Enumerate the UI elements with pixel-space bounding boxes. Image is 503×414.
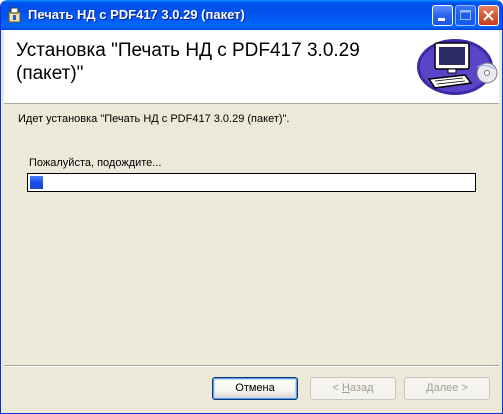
maximize-button[interactable] [455,5,476,26]
progress-fill [30,176,43,189]
close-icon [483,10,494,21]
next-button[interactable]: Далее > [404,377,490,400]
next-mnemonic: Д [426,382,434,394]
window-title: Печать НД с PDF417 3.0.29 (пакет) [28,7,245,22]
cancel-button[interactable]: Отмена [212,377,298,400]
back-button[interactable]: < Назад [310,377,396,400]
back-prefix: < [332,382,342,394]
status-text: Идет установка "Печать НД с PDF417 3.0.2… [18,113,290,125]
header-banner: Установка "Печать НД с PDF417 3.0.29 (па… [4,30,499,104]
next-label-rest: алее > [433,382,468,394]
wait-text: Пожалуйста, подождите... [29,157,162,169]
close-button[interactable] [478,5,499,26]
minimize-icon [438,18,445,21]
install-progress-bar [27,173,476,192]
installer-window: Печать НД с PDF417 3.0.29 (пакет) Устано… [0,0,503,414]
maximize-icon [460,10,471,20]
minimize-button[interactable] [432,5,453,26]
title-bar[interactable]: Печать НД с PDF417 3.0.29 (пакет) [1,0,502,30]
back-mnemonic: Н [341,382,350,394]
banner-title: Установка "Печать НД с PDF417 3.0.29 (па… [16,40,360,84]
computer-setup-icon [417,39,498,95]
back-label-rest: азад [349,382,374,394]
footer-separator [4,365,499,367]
installer-package-icon[interactable] [7,7,23,23]
